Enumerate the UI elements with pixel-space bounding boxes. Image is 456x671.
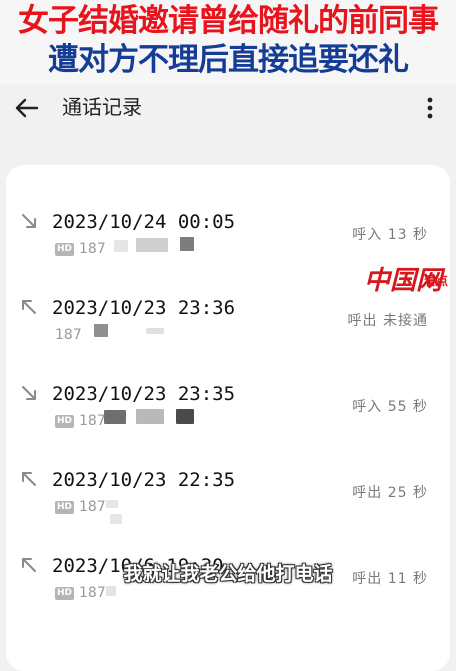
more-vertical-icon[interactable] (418, 92, 442, 124)
hd-call-badge: HD (55, 587, 75, 600)
privacy-mask (106, 586, 116, 596)
call-log-row[interactable]: 2023/10/23 23:35 HD 187 呼入 55 秒 (6, 354, 450, 440)
call-status: 呼入 55 秒 (352, 399, 428, 415)
privacy-mask (114, 240, 128, 252)
phone-number-partial: 187 (79, 499, 106, 515)
outgoing-call-arrow-icon (22, 300, 36, 314)
privacy-mask (106, 500, 118, 508)
call-status: 呼出 25 秒 (352, 485, 428, 501)
privacy-mask (94, 324, 108, 337)
page-title: 通话记录 (62, 95, 142, 119)
privacy-mask (180, 237, 194, 251)
incoming-call-arrow-icon (22, 386, 36, 400)
hd-call-badge: HD (55, 243, 75, 256)
call-datetime: 2023/10/23 23:36 (52, 297, 236, 319)
app-bar: 通话记录 (0, 86, 456, 130)
video-subtitle: 我就让我老公给他打电话 (123, 563, 333, 585)
privacy-mask (104, 410, 126, 424)
incoming-call-arrow-icon (22, 214, 36, 228)
outgoing-call-arrow-icon (22, 472, 36, 486)
channel-watermark-logo: 中国网 看点 (354, 262, 450, 306)
call-log-row[interactable]: 2023/10/23 22:35 HD 187 呼出 25 秒 (6, 440, 450, 526)
hd-call-badge: HD (55, 501, 75, 514)
phone-number-partial: 187 (79, 241, 106, 257)
video-headline: 女子结婚邀请曾给随礼的前同事 遭对方不理后直接追要还礼 (0, 0, 456, 84)
call-status: 呼入 13 秒 (352, 227, 428, 243)
call-status: 呼出 未接通 (347, 313, 428, 329)
headline-line-2: 遭对方不理后直接追要还礼 (48, 42, 409, 78)
phone-number-partial: 187 (55, 327, 82, 343)
call-datetime: 2023/10/23 23:35 (52, 383, 236, 405)
call-datetime: 2023/10/23 22:35 (52, 469, 236, 491)
call-datetime: 2023/10/24 00:05 (52, 211, 236, 233)
privacy-mask (146, 328, 164, 334)
back-arrow-icon[interactable] (12, 92, 44, 124)
hd-call-badge: HD (55, 415, 75, 428)
headline-line-1: 女子结婚邀请曾给随礼的前同事 (18, 3, 439, 39)
call-log-card: 2023/10/24 00:05 HD 187 呼入 13 秒 2023/10/… (6, 165, 450, 671)
phone-number-partial: 187 (79, 413, 106, 429)
privacy-mask (136, 238, 168, 252)
call-log-row[interactable]: 2023/10/24 00:05 HD 187 呼入 13 秒 (6, 182, 450, 268)
watermark-side-text: 看点 (424, 274, 449, 288)
phone-number-partial: 187 (79, 585, 106, 601)
privacy-mask (176, 409, 194, 424)
privacy-mask (110, 514, 122, 524)
privacy-mask (136, 409, 164, 424)
